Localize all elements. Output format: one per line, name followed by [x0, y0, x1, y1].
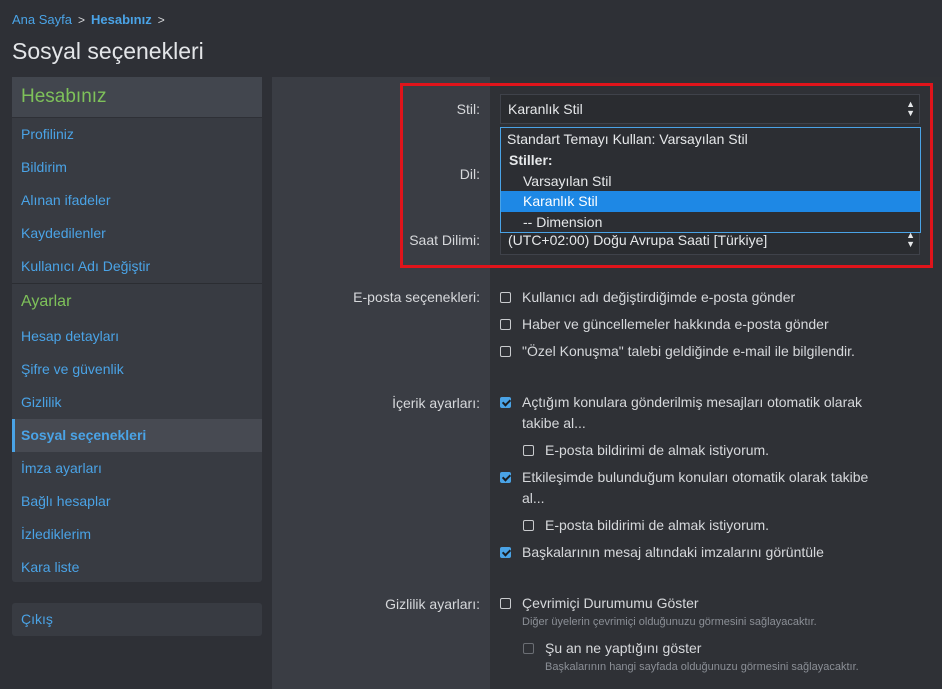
sidebar-item-change-username[interactable]: Kullanıcı Adı Değiştir [12, 250, 262, 283]
checkbox-label: Kullanıcı adı değiştirdiğimde e-posta gö… [522, 289, 796, 305]
sidebar-item-signature[interactable]: İmza ayarları [12, 452, 262, 485]
checkbox-label-cont: al... [522, 490, 545, 506]
sidebar-item-privacy[interactable]: Gizlilik [12, 386, 262, 419]
show-online-hint: Diğer üyelerin çevrimiçi olduğunuzu görm… [522, 616, 817, 628]
sidebar-item-connected-accounts[interactable]: Bağlı hesaplar [12, 485, 262, 518]
sidebar-item-notifications[interactable]: Bildirim [12, 151, 262, 184]
breadcrumb-home-link[interactable]: Ana Sayfa [12, 12, 72, 27]
content-options-label: İçerik ayarları: [392, 395, 480, 411]
sidebar-section-account[interactable]: Hesabınız [12, 77, 262, 118]
sidebar-item-password-security[interactable]: Şifre ve güvenlik [12, 353, 262, 386]
checkbox-watch-created-email[interactable] [523, 445, 534, 456]
checkbox-label: E-posta bildirimi de almak istiyorum. [545, 442, 770, 458]
show-activity-hint: Başkalarının hangi sayfada olduğunuzu gö… [545, 661, 859, 673]
checkbox-label: Başkalarının mesaj altındaki imzalarını … [522, 544, 824, 560]
checkbox-show-online[interactable] [500, 598, 511, 609]
sidebar-item-social-options[interactable]: Sosyal seçenekleri [12, 419, 262, 452]
checkbox-news-email[interactable] [500, 319, 511, 330]
breadcrumb: Ana Sayfa > Hesabınız > [12, 12, 171, 27]
sidebar-logout-block: Çıkış [12, 603, 262, 636]
checkbox-label: Şu an ne yaptığını göster [545, 640, 702, 656]
sidebar-item-ignored[interactable]: Kara liste [12, 551, 262, 584]
logout-link[interactable]: Çıkış [12, 603, 262, 636]
sidebar-item-profile[interactable]: Profiliniz [12, 118, 262, 151]
highlight-box [400, 83, 933, 268]
privacy-options-label: Gizlilik ayarları: [385, 596, 480, 612]
page-title: Sosyal seçenekleri [12, 38, 204, 64]
checkbox-conversation-email[interactable] [500, 346, 511, 357]
checkbox-watch-interacted[interactable] [500, 472, 511, 483]
sidebar-item-watched[interactable]: İzlediklerim [12, 518, 262, 551]
sidebar-item-saved[interactable]: Kaydedilenler [12, 217, 262, 250]
checkbox-label: E-posta bildirimi de almak istiyorum. [545, 517, 770, 533]
checkbox-username-change-email[interactable] [500, 292, 511, 303]
checkbox-watch-created[interactable] [500, 397, 511, 408]
checkbox-watch-interacted-email[interactable] [523, 520, 534, 531]
breadcrumb-separator: > [78, 13, 86, 27]
sidebar-section-settings: Ayarlar [12, 283, 262, 320]
sidebar-item-account-details[interactable]: Hesap detayları [12, 320, 262, 353]
checkbox-label: "Özel Konuşma" talebi geldiğinde e-mail … [522, 343, 855, 359]
checkbox-label: Çevrimiçi Durumumu Göster [522, 595, 699, 611]
checkbox-label: Açtığım konulara gönderilmiş mesajları o… [522, 394, 863, 410]
breadcrumb-current-link[interactable]: Hesabınız [91, 12, 152, 27]
checkbox-label: Haber ve güncellemeler hakkında e-posta … [522, 316, 829, 332]
checkbox-label-cont: takibe al... [522, 415, 586, 431]
email-options-label: E-posta seçenekleri: [353, 289, 480, 305]
checkbox-show-activity[interactable] [523, 643, 534, 654]
checkbox-show-signatures[interactable] [500, 547, 511, 558]
sidebar-item-reactions[interactable]: Alınan ifadeler [12, 184, 262, 217]
sidebar-nav: Hesabınız Profiliniz Bildirim Alınan ifa… [12, 77, 262, 582]
breadcrumb-separator: > [157, 13, 165, 27]
checkbox-label: Etkileşimde bulunduğum konuları otomatik… [522, 469, 869, 485]
